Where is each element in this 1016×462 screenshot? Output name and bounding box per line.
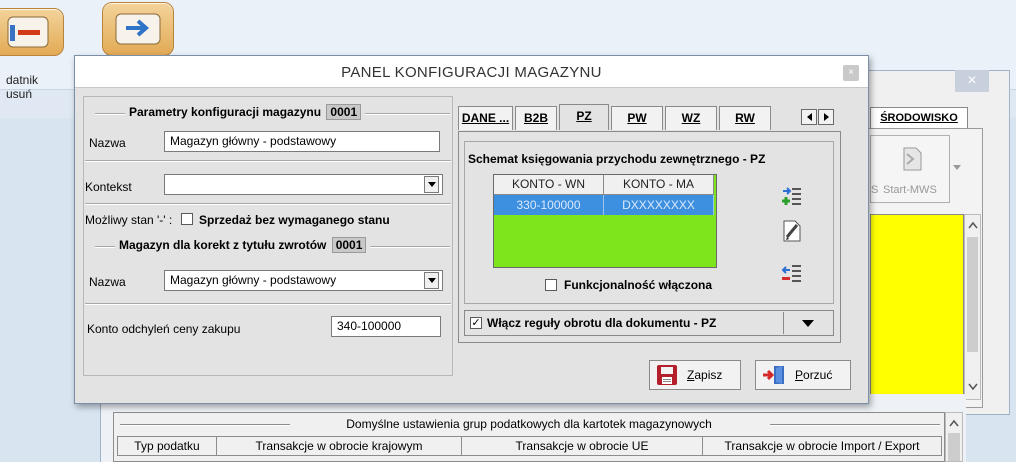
tab-rw[interactable]: RW bbox=[719, 106, 771, 130]
dropdown-arrow-icon[interactable] bbox=[953, 165, 963, 175]
remove-rows-icon bbox=[781, 265, 801, 282]
add-row-button[interactable] bbox=[778, 182, 806, 210]
pz-schema-title: Schemat księgowania przychodu zewnętrzne… bbox=[468, 152, 766, 166]
edit-row-button[interactable] bbox=[778, 217, 806, 245]
yellow-panel bbox=[870, 214, 964, 400]
konto-wn-header[interactable]: KONTO - WN bbox=[494, 175, 604, 195]
tab-strip: DANE ... B2B PZ PW WZ RW bbox=[458, 104, 838, 132]
korekty-nazwa-label: Nazwa bbox=[89, 275, 126, 289]
kontekst-dropdown-button[interactable] bbox=[424, 176, 439, 193]
chevron-down-icon bbox=[427, 182, 436, 187]
toolbar-label-2: usuń bbox=[6, 87, 33, 101]
params-code: 0001 bbox=[326, 104, 362, 120]
nazwa-label: Nazwa bbox=[89, 136, 126, 150]
rules-dropdown-button[interactable] bbox=[783, 312, 831, 334]
params-legend: Parametry konfiguracji magazynu 0001 bbox=[125, 104, 366, 120]
separator bbox=[85, 160, 451, 162]
tab-scroll-right-button[interactable] bbox=[818, 109, 834, 125]
funkcjonalnosc-checkbox[interactable] bbox=[545, 279, 557, 291]
konto-ma-header[interactable]: KONTO - MA bbox=[604, 175, 714, 195]
konto-odchylen-label: Konto odchyleń ceny zakupu bbox=[87, 322, 241, 336]
rules-checkbox[interactable]: ✓ bbox=[470, 317, 482, 329]
konto-odchylen-input[interactable]: 340-100000 bbox=[331, 316, 441, 337]
background-close-button[interactable]: × bbox=[955, 70, 989, 92]
exit-door-icon bbox=[763, 366, 784, 384]
chevron-down-icon bbox=[427, 278, 436, 283]
funkcjonalnosc-label: Funkcjonalność włączona bbox=[564, 278, 713, 292]
korekty-legend: Magazyn dla korekt z tytułu zwrotów 0001 bbox=[115, 237, 371, 253]
separator bbox=[85, 303, 451, 305]
scroll-thumb[interactable] bbox=[948, 433, 960, 461]
dialog-close-button[interactable]: × bbox=[843, 65, 859, 81]
tab-pz[interactable]: PZ bbox=[559, 104, 609, 130]
scroll-thumb[interactable] bbox=[967, 237, 978, 352]
grid-column-header[interactable]: Transakcje w obrocie Import / Export bbox=[702, 436, 942, 456]
grid-title: Domyślne ustawienia grup podatkowych dla… bbox=[346, 417, 712, 431]
arrow-left-icon bbox=[806, 113, 812, 121]
params-legend-text: Parametry konfiguracji magazynu bbox=[129, 105, 322, 119]
tab-dane[interactable]: DANE ... bbox=[458, 106, 513, 130]
rules-label: Włącz reguły obrotu dla dokumentu - PZ bbox=[487, 316, 717, 330]
toolbar-label-1: datnik bbox=[6, 73, 39, 87]
korekty-code: 0001 bbox=[331, 237, 367, 253]
cancel-accesskey: P bbox=[795, 368, 804, 382]
korekty-legend-text: Magazyn dla korekt z tytułu zwrotów bbox=[119, 238, 327, 252]
arrow-right-icon bbox=[115, 13, 161, 45]
start-prefix-label: S bbox=[871, 184, 879, 196]
remove-row-button[interactable] bbox=[778, 259, 806, 287]
tab-b2b[interactable]: B2B bbox=[515, 106, 557, 130]
scroll-down-icon[interactable] bbox=[968, 383, 978, 391]
sprzedaz-label: Sprzedaż bez wymaganego stanu bbox=[199, 213, 390, 227]
nazwa-input[interactable]: Magazyn główny - podstawowy bbox=[164, 131, 440, 152]
minus-icon bbox=[7, 16, 49, 48]
kontekst-combo[interactable] bbox=[164, 174, 443, 195]
scroll-up-icon[interactable] bbox=[968, 221, 978, 229]
add-rows-icon bbox=[782, 187, 801, 205]
tab-pw[interactable]: PW bbox=[611, 106, 663, 130]
korekty-dropdown-button[interactable] bbox=[424, 272, 439, 289]
start-mws-button[interactable]: S Start-MWS bbox=[870, 135, 950, 203]
korekty-nazwa-combo[interactable]: Magazyn główny - podstawowy bbox=[164, 270, 443, 291]
cancel-button-label: Porzuć bbox=[795, 368, 832, 382]
konto-wn-cell[interactable]: 330-100000 bbox=[494, 195, 604, 215]
config-dialog: PANEL KONFIGURACJI MAGAZYNU × Parametry … bbox=[74, 55, 869, 404]
sprzedaz-checkbox[interactable] bbox=[181, 213, 193, 225]
scroll-up-icon[interactable] bbox=[949, 419, 959, 427]
save-button[interactable]: Zapisz bbox=[649, 360, 741, 390]
save-button-label: Zapisz bbox=[687, 368, 722, 382]
delete-toolbar-button[interactable] bbox=[0, 8, 64, 56]
mozliwy-stan-label: Możliwy stan '-' : bbox=[85, 213, 173, 227]
tab-srodowisko[interactable]: ŚRODOWISKO bbox=[870, 107, 968, 129]
document-arrow-icon bbox=[903, 147, 922, 171]
grid-column-header[interactable]: Transakcje w obrocie krajowym bbox=[216, 436, 462, 456]
cancel-button[interactable]: Porzuć bbox=[755, 360, 851, 390]
arrow-toolbar-button[interactable] bbox=[102, 2, 174, 56]
start-mws-label: Start-MWS bbox=[883, 184, 937, 196]
cancel-rest: orzuć bbox=[803, 368, 833, 382]
grid-column-header[interactable]: Typ podatku bbox=[117, 436, 217, 456]
dialog-title: PANEL KONFIGURACJI MAGAZYNU bbox=[341, 64, 602, 81]
konto-ma-cell[interactable]: DXXXXXXXX bbox=[604, 195, 714, 215]
edit-document-icon bbox=[783, 220, 801, 242]
save-rest: apisz bbox=[694, 368, 723, 382]
konto-grid[interactable]: KONTO - WN KONTO - MA 330-100000 DXXXXXX… bbox=[493, 174, 717, 268]
floppy-disk-icon bbox=[657, 365, 677, 385]
grid-column-header[interactable]: Transakcje w obrocie UE bbox=[461, 436, 703, 456]
kontekst-label: Kontekst bbox=[85, 180, 132, 194]
tab-wz[interactable]: WZ bbox=[665, 106, 717, 130]
separator bbox=[85, 203, 451, 205]
tab-scroll-left-button[interactable] bbox=[801, 109, 817, 125]
vertical-scrollbar[interactable] bbox=[964, 214, 981, 400]
grid-scrollbar[interactable] bbox=[945, 412, 963, 462]
arrow-right-icon bbox=[823, 113, 829, 121]
chevron-down-icon bbox=[801, 319, 814, 327]
